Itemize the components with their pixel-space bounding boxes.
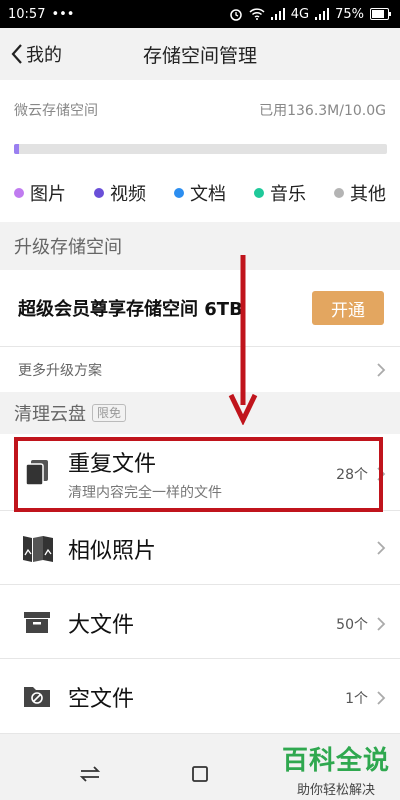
nav-bar: 我的 存储空间管理 bbox=[0, 28, 400, 80]
legend-item-music: 音乐 bbox=[254, 180, 306, 206]
watermark: 百科全说 助你轻松解决 bbox=[282, 740, 390, 798]
empty-files-count: 1个 bbox=[345, 691, 368, 707]
free-tag: 限免 bbox=[92, 404, 127, 422]
large-files-count: 50个 bbox=[336, 617, 368, 633]
large-files-title: 大文件 bbox=[68, 613, 135, 638]
legend-dot-images bbox=[14, 188, 24, 198]
empty-files-title: 空文件 bbox=[68, 687, 135, 712]
list-item-large-files[interactable]: 大文件 50个 bbox=[0, 585, 400, 659]
legend-label-music: 音乐 bbox=[270, 184, 306, 205]
storage-label: 微云存储空间 bbox=[14, 103, 98, 119]
legend-label-documents: 文档 bbox=[190, 184, 226, 205]
list-item-empty-files[interactable]: 空文件 1个 bbox=[0, 659, 400, 734]
cleanup-section-title: 清理云盘 bbox=[14, 404, 86, 425]
open-membership-button[interactable]: 开通 bbox=[312, 291, 384, 325]
chevron-right-icon bbox=[377, 617, 386, 631]
storage-legend: 图片 视频 文档 音乐 其他 bbox=[14, 180, 386, 206]
storage-progress-fill bbox=[14, 144, 19, 154]
battery-percent: 75% bbox=[335, 6, 364, 22]
back-button[interactable]: 我的 bbox=[10, 28, 62, 80]
status-time: 10:57 bbox=[8, 6, 46, 22]
legend-dot-videos bbox=[94, 188, 104, 198]
battery-icon bbox=[370, 8, 391, 20]
similar-photos-title: 相似照片 bbox=[68, 539, 157, 564]
empty-file-icon bbox=[24, 687, 50, 707]
upgrade-section-title: 升级存储空间 bbox=[14, 237, 122, 258]
signal-icon bbox=[270, 8, 285, 20]
home-square-icon[interactable] bbox=[188, 762, 212, 786]
legend-item-videos: 视频 bbox=[94, 180, 146, 206]
legend-label-other: 其他 bbox=[350, 184, 386, 205]
large-file-icon bbox=[24, 612, 50, 633]
legend-dot-music bbox=[254, 188, 264, 198]
chevron-right-icon bbox=[377, 691, 386, 705]
cleanup-section-header: 清理云盘 限免 bbox=[0, 392, 400, 434]
highlight-box bbox=[14, 437, 383, 512]
legend-dot-documents bbox=[174, 188, 184, 198]
upgrade-section-header: 升级存储空间 bbox=[0, 222, 400, 270]
legend-item-other: 其他 bbox=[334, 180, 386, 206]
upgrade-card: 超级会员尊享存储空间 6TB 开通 更多升级方案 bbox=[0, 270, 400, 392]
legend-label-images: 图片 bbox=[30, 184, 66, 205]
status-bar: 10:57 ••• 4G 75% bbox=[0, 0, 400, 28]
storage-card: 微云存储空间 已用136.3M/10.0G 图片 视频 文档 音乐 其他 bbox=[0, 80, 400, 222]
chevron-right-icon bbox=[377, 541, 386, 555]
chevron-right-icon bbox=[377, 362, 386, 377]
more-plans-row[interactable]: 更多升级方案 bbox=[0, 347, 400, 392]
legend-item-images: 图片 bbox=[14, 180, 66, 206]
chevron-left-icon bbox=[11, 44, 22, 64]
upgrade-offer-row: 超级会员尊享存储空间 6TB 开通 bbox=[0, 270, 400, 347]
legend-dot-other bbox=[334, 188, 344, 198]
back-label: 我的 bbox=[26, 45, 62, 66]
legend-label-videos: 视频 bbox=[110, 184, 146, 205]
arrow-down-icon bbox=[228, 255, 258, 425]
network-type: 4G bbox=[290, 6, 310, 22]
similar-photos-icon bbox=[23, 536, 53, 562]
signal-icon-2 bbox=[315, 8, 330, 20]
legend-item-documents: 文档 bbox=[174, 180, 226, 206]
status-dots: ••• bbox=[51, 6, 75, 22]
alarm-icon bbox=[229, 9, 242, 21]
list-item-similar-photos[interactable]: 相似照片 bbox=[0, 511, 400, 585]
storage-usage: 已用136.3M/10.0G bbox=[259, 103, 386, 119]
more-plans-label: 更多升级方案 bbox=[18, 362, 102, 379]
watermark-sub: 助你轻松解决 bbox=[296, 783, 375, 798]
swap-icon[interactable] bbox=[78, 762, 102, 786]
storage-progress-bar bbox=[14, 144, 387, 154]
watermark-main: 百科全说 bbox=[281, 746, 390, 776]
wifi-icon bbox=[249, 8, 265, 20]
page-title: 存储空间管理 bbox=[142, 44, 257, 67]
upgrade-offer-text: 超级会员尊享存储空间 6TB bbox=[18, 299, 243, 320]
